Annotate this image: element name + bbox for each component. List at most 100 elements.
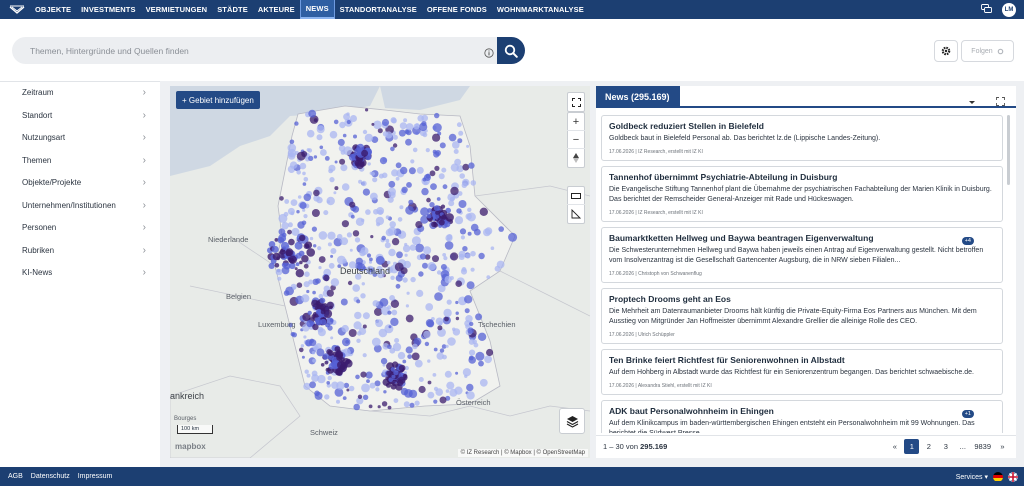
pager-prev[interactable]: « <box>887 439 902 454</box>
news-scrollbar[interactable] <box>1007 115 1010 185</box>
chat-icon[interactable] <box>981 1 992 19</box>
heat-dot <box>326 196 335 206</box>
fullscreen-control[interactable] <box>567 92 585 112</box>
nav-item-wohnmarktanalyse[interactable]: WOHNMARKTANALYSE <box>492 0 589 19</box>
heat-dot <box>362 188 370 196</box>
nav-item-offene-fonds[interactable]: OFFENE FONDS <box>422 0 492 19</box>
settings-button[interactable] <box>934 40 958 62</box>
footer-link-datenschutz[interactable]: Datenschutz <box>31 473 70 480</box>
layers-button[interactable] <box>559 408 585 434</box>
gear-icon <box>941 46 951 56</box>
footer-link-impressum[interactable]: Impressum <box>78 473 113 480</box>
heat-dot <box>390 299 400 308</box>
pager-page[interactable]: 1 <box>904 439 920 454</box>
heat-dot <box>425 303 434 311</box>
heat-dot <box>287 229 292 235</box>
nav-item-standortanalyse[interactable]: STANDORTANALYSE <box>335 0 422 19</box>
heat-dot <box>339 158 346 165</box>
logo-icon[interactable] <box>6 0 28 19</box>
expand-icon[interactable] <box>996 93 1005 106</box>
heat-dot <box>303 193 312 202</box>
news-title[interactable]: Tannenhof übernimmt Psychiatrie-Abteilun… <box>609 172 995 182</box>
heat-dot <box>389 221 396 228</box>
sidebar-item-ki-news[interactable]: KI-News › <box>0 262 160 285</box>
services-menu[interactable]: Services ▾ <box>956 473 988 481</box>
zoom-out-button[interactable]: − <box>567 131 585 149</box>
user-avatar[interactable]: LM <box>1002 2 1016 17</box>
news-card[interactable]: Goldbeck reduziert Stellen in Bielefeld G… <box>601 115 1003 161</box>
sidebar-item-zeitraum[interactable]: Zeitraum › <box>0 82 160 105</box>
heat-cluster-dot <box>320 309 326 315</box>
news-title[interactable]: ADK baut Personalwohnheim in Ehingen <box>609 406 995 416</box>
heat-dot <box>508 232 518 242</box>
sidebar-item-nutzungsart[interactable]: Nutzungsart › <box>0 127 160 150</box>
follow-button[interactable]: Folgen <box>961 40 1014 62</box>
heat-dot <box>361 282 365 286</box>
sidebar-item-standort[interactable]: Standort › <box>0 105 160 128</box>
draw-line-icon[interactable] <box>567 187 585 205</box>
heat-dot <box>365 108 369 112</box>
heat-dot <box>309 381 316 389</box>
uk-flag-icon[interactable] <box>1008 471 1018 482</box>
heat-cluster-dot <box>294 241 303 250</box>
map-panel[interactable]: Niederlande Deutschland Belgien Luxembur… <box>170 86 590 458</box>
heat-dot <box>303 214 308 219</box>
news-card[interactable]: Ten Brinke feiert Richtfest für Senioren… <box>601 349 1003 395</box>
nav-item-news[interactable]: NEWS <box>299 0 335 19</box>
sidebar-item-themen[interactable]: Themen › <box>0 150 160 173</box>
heat-dot <box>370 171 375 176</box>
heat-dot <box>433 151 440 158</box>
heat-dot <box>467 327 474 334</box>
measure-icon[interactable] <box>567 205 585 223</box>
tab-news[interactable]: News (295.169) <box>596 86 680 108</box>
heat-dot <box>299 347 304 353</box>
search-input[interactable] <box>30 37 470 64</box>
sidebar-item-rubriken[interactable]: Rubriken › <box>0 240 160 263</box>
news-title[interactable]: Proptech Drooms geht an Eos <box>609 294 995 304</box>
related-count-badge[interactable]: +4 <box>961 237 974 245</box>
fullscreen-icon[interactable] <box>567 93 585 111</box>
related-count-badge[interactable]: +1 <box>961 410 974 418</box>
heat-dot <box>432 123 442 133</box>
sidebar-item-personen[interactable]: Personen › <box>0 217 160 240</box>
news-title[interactable]: Baumarktketten Hellweg und Baywa beantra… <box>609 233 995 243</box>
zoom-in-button[interactable]: + <box>567 113 585 131</box>
heat-dot <box>416 289 424 297</box>
map-attribution[interactable]: © IZ Research | © Mapbox | © OpenStreetM… <box>457 449 588 457</box>
compass-icon[interactable] <box>567 149 585 167</box>
nav-item-objekte[interactable]: OBJEKTE <box>30 0 76 19</box>
heat-dot <box>455 300 459 305</box>
nav-item-staedte[interactable]: STÄDTE <box>212 0 253 19</box>
nav-item-investments[interactable]: INVESTMENTS <box>76 0 140 19</box>
heat-dot <box>330 278 340 287</box>
news-card[interactable]: Proptech Drooms geht an Eos Die Mehrheit … <box>601 288 1003 344</box>
news-title[interactable]: Goldbeck reduziert Stellen in Bielefeld <box>609 121 995 131</box>
pager-page[interactable]: 2 <box>921 439 936 454</box>
german-flag-icon[interactable] <box>993 471 1003 482</box>
heat-dot <box>446 299 452 305</box>
sidebar-item-unternehmen-institutionen[interactable]: Unternehmen/Institutionen › <box>0 195 160 218</box>
pager-next[interactable]: » <box>995 439 1010 454</box>
footer-link-agb[interactable]: AGB <box>8 473 23 480</box>
heat-dot <box>411 352 420 361</box>
pager-page[interactable]: 3 <box>938 439 953 454</box>
news-title[interactable]: Ten Brinke feiert Richtfest für Senioren… <box>609 355 995 365</box>
add-area-button[interactable]: + Gebiet hinzufügen <box>176 91 260 109</box>
nav-item-vermietungen[interactable]: VERMIETUNGEN <box>141 0 213 19</box>
heat-dot <box>308 109 317 118</box>
heat-dot <box>478 252 485 260</box>
news-card[interactable]: Baumarktketten Hellweg und Baywa beantra… <box>601 227 1003 283</box>
heat-dot <box>370 192 378 201</box>
sort-dropdown-icon[interactable] <box>968 93 976 104</box>
heat-cluster-dot <box>274 263 280 268</box>
heat-dot <box>408 199 414 205</box>
pager-page[interactable]: 9839 <box>972 439 993 454</box>
nav-item-akteure[interactable]: AKTEURE <box>253 0 300 19</box>
news-card[interactable]: ADK baut Personalwohnheim in Ehingen Auf … <box>601 400 1003 433</box>
heat-dot <box>289 161 298 169</box>
heat-dot <box>449 276 454 280</box>
search-button[interactable] <box>497 37 525 64</box>
info-icon[interactable] <box>484 45 494 58</box>
news-card[interactable]: Tannenhof übernimmt Psychiatrie-Abteilun… <box>601 166 1003 222</box>
sidebar-item-objekte-projekte[interactable]: Objekte/Projekte › <box>0 172 160 195</box>
